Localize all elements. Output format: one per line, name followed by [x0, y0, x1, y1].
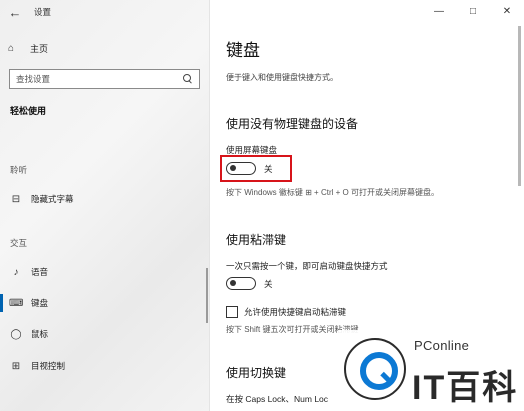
- captions-icon: ⊟: [11, 193, 21, 205]
- sidebar-item-label: 目视控制: [31, 361, 66, 371]
- onscreen-keyboard-toggle[interactable]: [226, 162, 256, 175]
- watermark-brand: PConline: [414, 338, 470, 353]
- sidebar-item-label: 鼠标: [31, 329, 49, 339]
- sidebar-item-captions[interactable]: ⊟ 隐藏式字幕: [0, 188, 209, 210]
- sidebar-item-label: 隐藏式字幕: [31, 194, 74, 204]
- toggle-knob: [230, 280, 236, 286]
- sticky-heading: 使用粘滞键: [226, 233, 287, 247]
- group-title-interaction: 交互: [10, 238, 28, 248]
- sidebar-item-keyboard[interactable]: ⌨ 键盘: [0, 292, 209, 314]
- title-bar: ← 设置: [0, 0, 209, 24]
- sidebar-item-mouse[interactable]: ◯ 鼠标: [0, 323, 209, 345]
- sidebar: ← 设置 ⌂ 主页 查找设置 轻松使用 聆听 ⊟ 隐藏式字幕 交互 ♪ 语音 ⌨…: [0, 0, 210, 411]
- page-description: 便于键入和使用键盘快捷方式。: [226, 73, 338, 82]
- toggle-knob: [230, 165, 236, 171]
- search-icon[interactable]: [183, 74, 193, 84]
- search-input[interactable]: 查找设置: [9, 69, 200, 89]
- sidebar-item-home[interactable]: ⌂ 主页: [8, 40, 48, 56]
- sidebar-item-speech[interactable]: ♪ 语音: [0, 261, 209, 283]
- maximize-button[interactable]: □: [456, 0, 490, 22]
- onscreen-hint: 按下 Windows 徽标键 ⊞ + Ctrl + O 可打开或关闭屏幕键盘。: [226, 188, 439, 197]
- onscreen-heading: 使用没有物理键盘的设备: [226, 117, 359, 131]
- active-indicator: [0, 294, 3, 312]
- sidebar-item-label: 键盘: [31, 298, 49, 308]
- page-title: 键盘: [226, 41, 260, 60]
- minimize-button[interactable]: —: [422, 0, 456, 22]
- pconline-watermark: PConline IT百科: [338, 330, 524, 411]
- main-scrollbar[interactable]: [518, 26, 521, 186]
- watermark-title: IT百科: [412, 369, 519, 407]
- sidebar-item-eye-control[interactable]: ⊞ 目视控制: [0, 355, 209, 377]
- home-icon: ⌂: [8, 42, 15, 54]
- keyboard-icon: ⌨: [9, 297, 24, 309]
- toggle-keys-heading: 使用切换键: [226, 366, 287, 380]
- back-button[interactable]: ←: [0, 0, 30, 24]
- section-title: 轻松使用: [10, 106, 47, 116]
- close-button[interactable]: ✕: [490, 0, 524, 22]
- back-arrow-icon: ←: [8, 4, 22, 20]
- microphone-icon: ♪: [13, 266, 19, 278]
- search-placeholder: 查找设置: [16, 74, 51, 84]
- sticky-shortcut-checkbox[interactable]: [226, 306, 238, 318]
- onscreen-toggle-state: 关: [264, 164, 273, 174]
- app-title: 设置: [34, 7, 52, 17]
- mouse-icon: ◯: [10, 328, 22, 340]
- sidebar-item-label: 主页: [30, 43, 49, 54]
- toggle-keys-label: 在按 Caps Lock、Num Loc: [226, 394, 329, 404]
- eye-control-icon: ⊞: [11, 360, 21, 372]
- sidebar-scrollbar[interactable]: [206, 268, 208, 323]
- sticky-keys-toggle[interactable]: [226, 277, 256, 290]
- sticky-toggle-state: 关: [264, 279, 273, 289]
- magnifier-logo-icon: [344, 338, 406, 400]
- sticky-label: 一次只需按一个键，即可启动键盘快捷方式: [226, 261, 388, 271]
- window-controls: — □ ✕: [422, 0, 524, 22]
- sidebar-item-label: 语音: [31, 267, 49, 277]
- sticky-shortcut-label: 允许使用快捷键启动粘滞键: [244, 307, 347, 317]
- group-title-hearing: 聆听: [10, 165, 28, 175]
